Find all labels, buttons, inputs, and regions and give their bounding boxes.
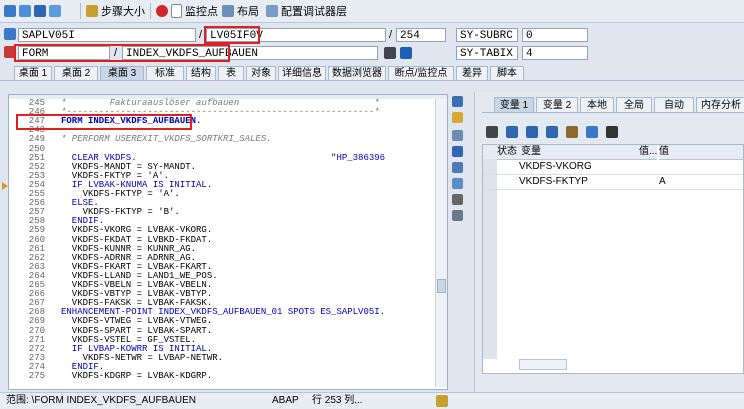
col-header-value-type[interactable]: 值... <box>639 145 657 160</box>
variable-toolbar <box>486 126 618 138</box>
tab-desktop-6[interactable]: 表 <box>218 66 244 80</box>
step-buttons[interactable] <box>4 3 61 19</box>
status-bar: 范围: \FORM INDEX_VKDFS_AUFBAUEN ABAP 行 25… <box>0 392 744 409</box>
step-size-button[interactable]: 步骤大小 <box>86 3 145 19</box>
split-icon[interactable] <box>452 162 463 173</box>
source-icon[interactable] <box>384 47 396 59</box>
layout-button[interactable]: 布局 <box>222 3 259 19</box>
tab-variables-6[interactable]: 内存分析 <box>696 97 744 112</box>
step-into-icon[interactable] <box>4 5 16 17</box>
col-header-variable[interactable]: 变量 <box>519 145 639 160</box>
table-remove-icon[interactable] <box>546 126 558 138</box>
tab-variables-2[interactable]: 变量 2 <box>536 97 578 112</box>
slash-separator: / <box>199 29 203 41</box>
position-text: 行 253 列... <box>312 395 363 406</box>
language-text: ABAP <box>272 395 299 406</box>
code-area[interactable]: 245 * Fakturaauslöser aufbauen * 246 *-----… <box>9 98 435 389</box>
sy-tabix-label: SY-TABIX <box>456 46 518 60</box>
grid-icon[interactable] <box>452 146 463 157</box>
scroll-thumb[interactable] <box>437 279 446 293</box>
include-highlight <box>204 26 260 44</box>
status-icon[interactable] <box>436 395 448 407</box>
line-number[interactable]: 275 <box>9 371 45 381</box>
tab-variables-3[interactable]: 本地 <box>580 97 614 112</box>
document-icon <box>171 4 182 18</box>
tools-icon[interactable] <box>452 210 463 221</box>
delete-icon[interactable] <box>486 126 498 138</box>
row-variable: VKDFS-VKORG <box>519 161 592 172</box>
tab-desktop-5[interactable]: 结构 <box>186 66 216 80</box>
close-icon[interactable] <box>452 96 463 107</box>
tab-variables-4[interactable]: 全局 <box>616 97 652 112</box>
tree-icon[interactable] <box>452 130 463 141</box>
config-layer-button[interactable]: 配置调试器层 <box>266 3 347 19</box>
line-field[interactable]: 254 <box>396 28 446 42</box>
layout-icon <box>222 5 234 17</box>
tab-desktop-8[interactable]: 详细信息 <box>278 66 326 80</box>
current-line-arrow-icon <box>2 182 8 190</box>
sort-icon[interactable] <box>586 126 598 138</box>
program-icon <box>4 28 16 40</box>
variables-grid[interactable]: 状态 变量 值... 值 VKDFS-VKORG VKDFS-FKTYP A <box>482 144 744 374</box>
slash-separator-2: / <box>389 29 393 41</box>
code-line[interactable]: VKDFS-KDGRP = LVBAK-KDGRP. <box>61 371 212 381</box>
binoculars-icon[interactable] <box>566 126 578 138</box>
config-icon <box>266 5 278 17</box>
editor-scrollbar[interactable] <box>435 99 447 387</box>
form-line-highlight <box>16 114 192 130</box>
event-highlight <box>14 44 230 62</box>
program-field[interactable]: SAPLV05I <box>18 28 196 42</box>
tab-desktop-9[interactable]: 数据浏览器 <box>328 66 386 80</box>
tab-variables-1[interactable]: 变量 1 <box>494 97 534 112</box>
step-size-icon <box>86 5 98 17</box>
scope-text: 范围: \FORM INDEX_VKDFS_AUFBAUEN <box>6 395 197 406</box>
col-header-value[interactable]: 值 <box>659 145 743 160</box>
new-icon[interactable] <box>452 112 463 123</box>
tab-desktop-11[interactable]: 差异 <box>456 66 488 80</box>
watchpoint-button[interactable]: 监控点 <box>156 3 218 19</box>
sy-subrc-label: SY-SUBRC <box>456 28 518 42</box>
tab-desktop-1[interactable]: 桌面 1 <box>14 66 52 80</box>
tab-desktop-10[interactable]: 断点/监控点 <box>388 66 454 80</box>
info-icon[interactable] <box>400 47 412 59</box>
tab-desktop-12[interactable]: 脚本 <box>490 66 524 80</box>
tab-desktop-2[interactable]: 桌面 2 <box>54 66 98 80</box>
sy-tabix-value[interactable]: 4 <box>522 46 588 60</box>
col-header-status[interactable]: 状态 <box>497 145 519 160</box>
horizontal-scrollbar[interactable] <box>519 359 567 370</box>
code-line[interactable]: * PERFORM USEREXIT_VKDFS_SORTKRI_SALES. <box>61 135 272 144</box>
row-value[interactable]: A <box>659 174 666 189</box>
stop-icon <box>156 5 168 17</box>
table-icon[interactable] <box>506 126 518 138</box>
table-row[interactable]: VKDFS-FKTYP A <box>483 174 743 190</box>
window-icon[interactable] <box>452 178 463 189</box>
source-editor[interactable]: 245 * Fakturaauslöser aufbauen * 246 *-----… <box>8 94 448 390</box>
table-add-icon[interactable] <box>526 126 538 138</box>
mark-icon[interactable] <box>606 126 618 138</box>
tab-desktop-3[interactable]: 桌面 3 <box>100 66 144 80</box>
tab-desktop-4[interactable]: 标准 <box>146 66 184 80</box>
debugger-toolbar: 步骤大小 监控点 布局 配置调试器层 <box>0 0 744 23</box>
step-over-icon[interactable] <box>19 5 31 17</box>
continue-icon[interactable] <box>49 5 61 17</box>
return-icon[interactable] <box>34 5 46 17</box>
sy-subrc-value[interactable]: 0 <box>522 28 588 42</box>
row-variable: VKDFS-FKTYP <box>519 176 588 187</box>
tab-variables-5[interactable]: 自动 <box>654 97 694 112</box>
search-icon[interactable] <box>452 194 463 205</box>
tab-desktop-7[interactable]: 对象 <box>246 66 276 80</box>
table-row[interactable]: VKDFS-VKORG <box>483 159 743 175</box>
